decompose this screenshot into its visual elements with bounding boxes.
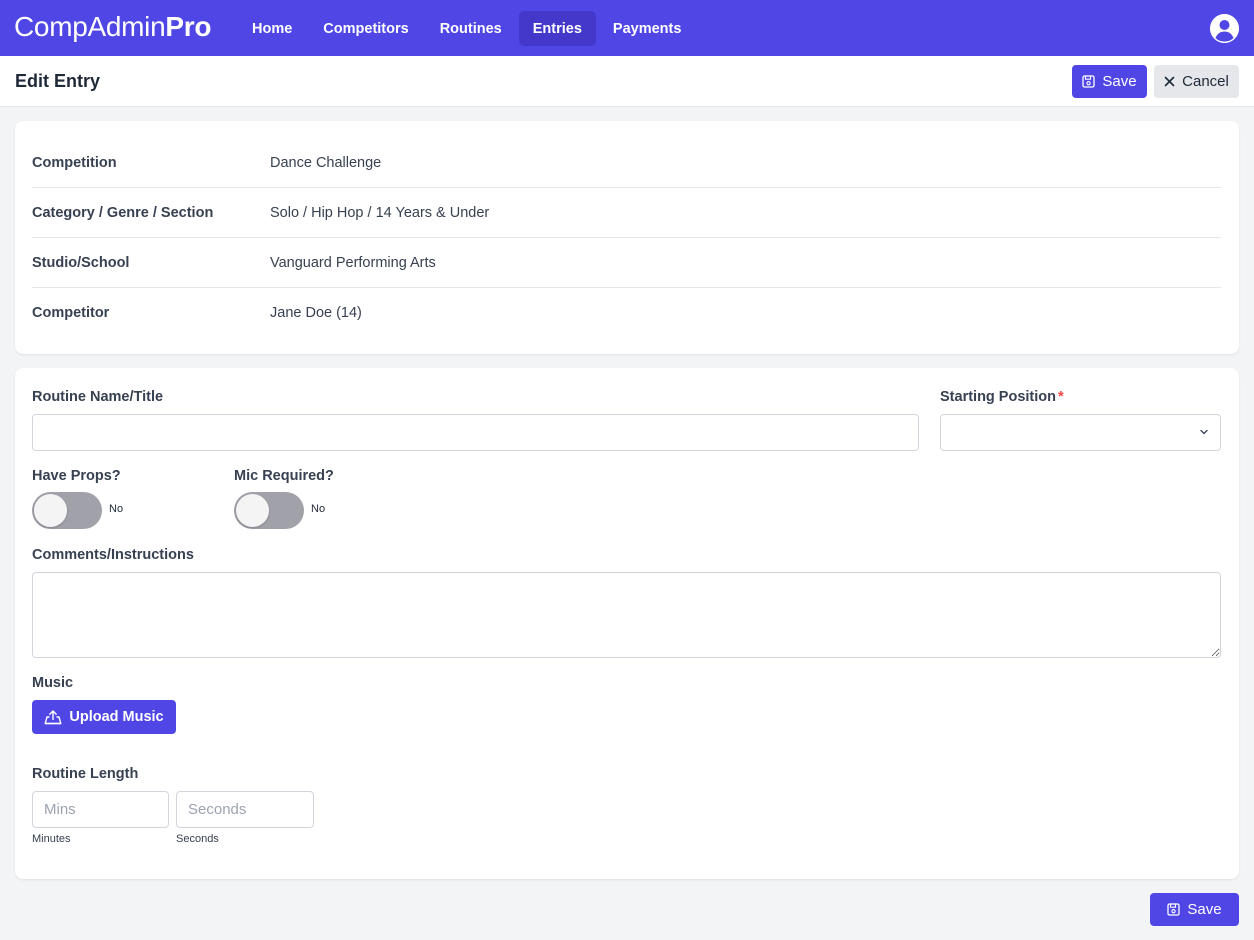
routine-name-label: Routine Name/Title (32, 389, 164, 405)
nav-item-competitors[interactable]: Competitors (309, 11, 422, 46)
user-avatar-button[interactable] (1210, 14, 1239, 43)
save-button-bottom-label: Save (1187, 901, 1222, 918)
page-header: Edit Entry Save Cancel (0, 56, 1254, 107)
have-props-toggle[interactable] (32, 492, 102, 529)
detail-value: Jane Doe (14) (270, 305, 362, 321)
entry-form-card: Routine Name/Title Starting Position * Ha… (15, 368, 1239, 879)
minutes-hint: Minutes (32, 833, 71, 845)
toggle-knob (236, 494, 269, 527)
detail-label: Competitor (32, 305, 110, 321)
upload-music-label: Upload Music (69, 709, 164, 725)
nav-item-payments[interactable]: Payments (599, 11, 696, 46)
starting-position-label-text: Starting Position (940, 389, 1056, 405)
routine-length-label: Routine Length (32, 766, 139, 782)
user-circle-icon (1210, 14, 1239, 43)
brand-name-part1: CompAdmin (14, 11, 166, 42)
detail-row-studio: Studio/School Vanguard Performing Arts (32, 238, 1221, 288)
routine-name-input[interactable] (32, 414, 919, 451)
upload-icon (44, 710, 62, 725)
detail-value: Vanguard Performing Arts (270, 254, 436, 271)
starting-position-select[interactable] (940, 414, 1221, 451)
mic-required-toggle[interactable] (234, 492, 304, 529)
detail-label: Competition (32, 154, 117, 171)
mic-required-label: Mic Required? (234, 468, 334, 484)
close-icon (1164, 76, 1175, 87)
mic-required-state: No (311, 503, 326, 515)
cancel-button-label: Cancel (1182, 73, 1229, 90)
starting-position-label: Starting Position * (940, 389, 1064, 405)
minutes-input[interactable] (32, 791, 169, 828)
music-label: Music (32, 675, 74, 691)
detail-label: Category / Genre / Section (32, 204, 214, 221)
detail-value: Solo / Hip Hop / 14 Years & Under (270, 204, 490, 221)
seconds-input[interactable] (176, 791, 314, 828)
nav-item-routines[interactable]: Routines (426, 11, 516, 46)
have-props-label: Have Props? (32, 468, 121, 484)
comments-textarea[interactable] (32, 572, 1221, 658)
floppy-disk-icon (1167, 903, 1181, 916)
detail-value: Dance Challenge (270, 154, 382, 171)
upload-music-button[interactable]: Upload Music (32, 700, 176, 734)
toggle-knob (34, 494, 67, 527)
seconds-hint: Seconds (176, 833, 219, 845)
brand-logo[interactable]: CompAdminPro (14, 10, 211, 44)
page-title: Edit Entry (15, 71, 101, 91)
top-navbar: CompAdminPro Home Competitors Routines E… (0, 0, 1254, 56)
detail-row-competition: Competition Dance Challenge (32, 138, 1221, 188)
nav-item-home[interactable]: Home (238, 11, 306, 46)
save-button-top-label: Save (1102, 73, 1137, 90)
detail-row-category: Category / Genre / Section Solo / Hip Ho… (32, 188, 1221, 238)
save-button-bottom[interactable]: Save (1150, 893, 1239, 926)
brand-name-part2: Pro (165, 11, 212, 42)
have-props-state: No (109, 503, 124, 515)
detail-label: Studio/School (32, 254, 130, 271)
main-nav: Home Competitors Routines Entries Paymen… (238, 11, 698, 46)
chevron-down-icon (1200, 429, 1208, 435)
cancel-button[interactable]: Cancel (1154, 65, 1239, 98)
required-asterisk: * (1058, 389, 1064, 405)
entry-details-card: Competition Dance Challenge Category / G… (15, 121, 1239, 354)
nav-item-entries[interactable]: Entries (518, 11, 596, 46)
floppy-disk-icon (1082, 75, 1096, 88)
save-button-top[interactable]: Save (1072, 65, 1147, 98)
detail-row-competitor: Competitor Jane Doe (14) (32, 288, 1221, 338)
comments-label: Comments/Instructions (32, 547, 194, 563)
